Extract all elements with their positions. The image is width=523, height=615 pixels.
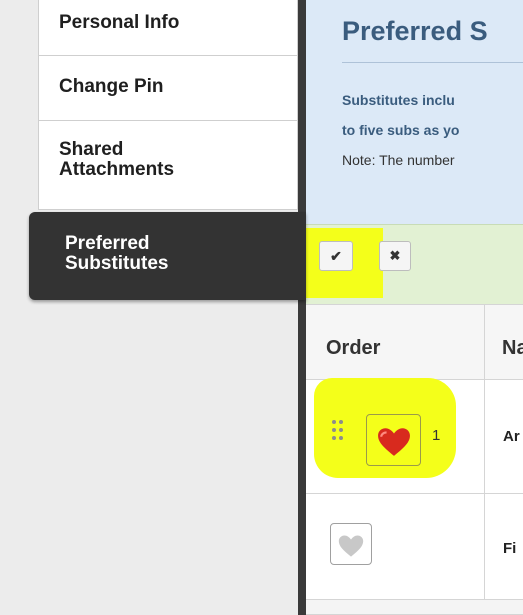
panel-divider — [298, 0, 306, 615]
sidebar-item-label: Preferred Substitutes — [65, 233, 169, 274]
column-header-name[interactable]: Na — [502, 337, 523, 360]
description-line: to five subs as yo — [342, 122, 460, 138]
substitute-name[interactable]: Ar — [503, 428, 520, 445]
drag-handle-icon[interactable] — [332, 420, 348, 442]
description-line: Substitutes inclu — [342, 92, 455, 108]
note-line: Note: The number — [342, 152, 455, 168]
table-row — [306, 600, 523, 615]
cancel-button[interactable]: ✖ — [379, 241, 411, 271]
sidebar-item-preferred-substitutes[interactable]: Preferred Substitutes — [29, 212, 306, 300]
accept-button[interactable]: ✔ — [319, 241, 353, 271]
check-icon: ✔ — [330, 248, 342, 264]
table-header: Order Na — [306, 304, 523, 380]
close-icon: ✖ — [389, 248, 401, 263]
substitute-name[interactable]: Fi — [503, 540, 516, 557]
favorite-toggle-button[interactable] — [366, 414, 421, 466]
heart-icon — [377, 427, 410, 456]
page-title: Preferred S — [342, 16, 488, 46]
title-divider — [342, 62, 523, 63]
sidebar-item-shared-attachments[interactable]: Shared Attachments — [38, 121, 298, 210]
column-header-order[interactable]: Order — [326, 337, 380, 360]
sidebar-item-label: Shared Attachments — [59, 139, 175, 180]
sidebar-item-personal-info[interactable]: Personal Info — [38, 0, 298, 56]
heart-icon — [338, 535, 364, 557]
rank-number: 1 — [432, 427, 441, 444]
sidebar: Personal Info Change Pin Shared Attachme… — [0, 0, 306, 615]
page-header: Preferred S Substitutes inclu to five su… — [306, 0, 523, 224]
sidebar-item-change-pin[interactable]: Change Pin — [38, 56, 298, 121]
favorite-toggle-button[interactable] — [330, 523, 372, 565]
